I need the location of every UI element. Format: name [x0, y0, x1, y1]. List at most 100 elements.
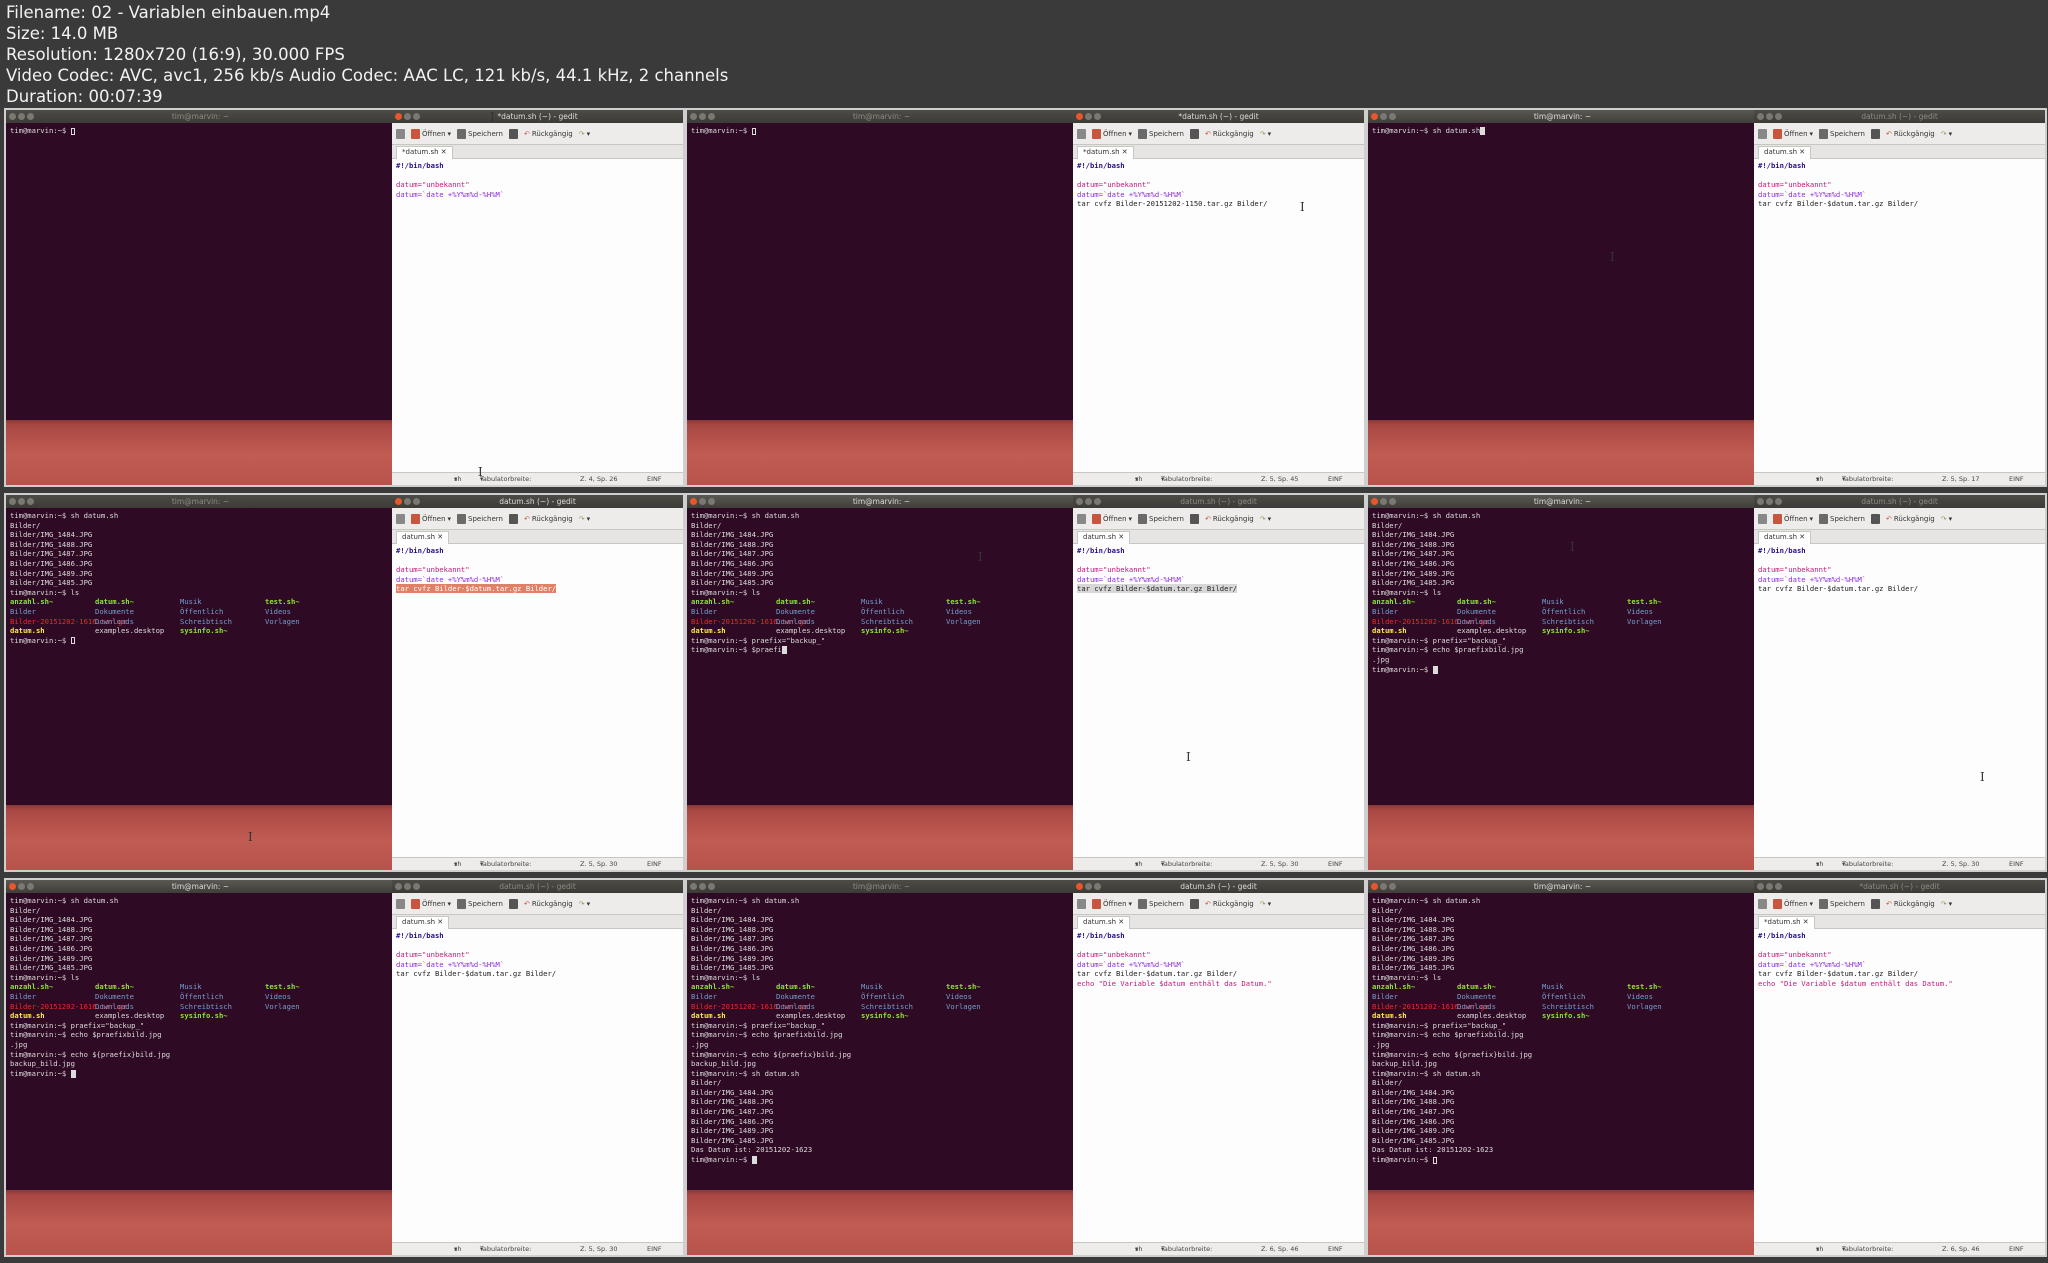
close-icon[interactable]: [1757, 113, 1764, 120]
gedit-titlebar[interactable]: datum.sh (~) - gedit: [1754, 495, 2045, 508]
maximize-icon[interactable]: [708, 113, 715, 120]
gedit-window[interactable]: datum.sh (~) - gedit Öffnen ▾ Speichern ↶ Rü…: [1073, 880, 1364, 1255]
gedit-titlebar[interactable]: *datum.sh (~) - gedit: [392, 110, 683, 123]
gedit-window[interactable]: datum.sh (~) - gedit Öffnen ▾ Speichern ↶ Rü…: [1073, 495, 1364, 870]
close-tab-icon[interactable]: ✕: [1122, 148, 1128, 156]
print-button[interactable]: [1189, 128, 1199, 139]
close-icon[interactable]: [690, 883, 697, 890]
redo-button[interactable]: ↷ ▾: [1941, 900, 1952, 908]
save-button[interactable]: Speichern: [457, 898, 503, 909]
document-tab[interactable]: datum.sh ✕: [396, 531, 450, 544]
minimize-icon[interactable]: [699, 883, 706, 890]
undo-button[interactable]: ↶ Rückgängig: [1886, 130, 1935, 138]
redo-button[interactable]: ↷ ▾: [579, 515, 590, 523]
maximize-icon[interactable]: [1094, 113, 1101, 120]
save-button[interactable]: Speichern: [457, 513, 503, 524]
maximize-icon[interactable]: [1775, 113, 1782, 120]
close-icon[interactable]: [395, 883, 402, 890]
close-tab-icon[interactable]: ✕: [1803, 918, 1809, 926]
terminal-titlebar[interactable]: tim@marvin: ~: [6, 495, 395, 508]
gedit-editor[interactable]: #!/bin/bash datum="unbekannt" datum=`date …: [1754, 929, 2045, 991]
minimize-icon[interactable]: [1380, 113, 1387, 120]
maximize-icon[interactable]: [1094, 883, 1101, 890]
undo-button[interactable]: ↶ Rückgängig: [1205, 900, 1254, 908]
terminal-output[interactable]: tim@marvin:~$ sh datum.sh Bilder/Bilder/I…: [6, 508, 395, 648]
minimize-icon[interactable]: [1766, 113, 1773, 120]
language-selector[interactable]: sh ▾: [1816, 1243, 1824, 1255]
terminal-titlebar[interactable]: tim@marvin: ~: [687, 880, 1076, 893]
close-icon[interactable]: [690, 113, 697, 120]
redo-button[interactable]: ↷ ▾: [1260, 900, 1271, 908]
gedit-titlebar[interactable]: datum.sh (~) - gedit: [1073, 880, 1364, 893]
terminal-titlebar[interactable]: tim@marvin: ~: [687, 110, 1076, 123]
close-tab-icon[interactable]: ✕: [1799, 148, 1805, 156]
language-selector[interactable]: sh ▾: [1816, 473, 1824, 485]
terminal-titlebar[interactable]: tim@marvin: ~: [6, 110, 395, 123]
terminal-output[interactable]: tim@marvin:~$ sh datum.sh Bilder/Bilder/I…: [687, 893, 1076, 1168]
document-tab[interactable]: datum.sh ✕: [1758, 146, 1812, 159]
gedit-window[interactable]: datum.sh (~) - gedit Öffnen ▾ Speichern ↶ Rü…: [1754, 495, 2045, 870]
tab-width-selector[interactable]: Tabulatorbreite: 8 ▾: [1842, 1243, 1893, 1255]
close-icon[interactable]: [1076, 883, 1083, 890]
new-button[interactable]: [1758, 128, 1767, 139]
redo-button[interactable]: ↷ ▾: [1260, 515, 1271, 523]
save-button[interactable]: Speichern: [457, 128, 503, 139]
terminal-output[interactable]: tim@marvin:~$: [6, 123, 395, 139]
maximize-icon[interactable]: [413, 498, 420, 505]
redo-button[interactable]: ↷ ▾: [1941, 130, 1952, 138]
terminal-titlebar[interactable]: tim@marvin: ~: [1368, 880, 1757, 893]
close-tab-icon[interactable]: ✕: [437, 533, 443, 541]
tab-width-selector[interactable]: Tabulatorbreite: 8 ▾: [1842, 858, 1893, 870]
minimize-icon[interactable]: [18, 498, 25, 505]
save-button[interactable]: Speichern: [1819, 898, 1865, 909]
gedit-editor[interactable]: #!/bin/bash datum="unbekannt" datum=`date …: [392, 929, 683, 981]
language-selector[interactable]: sh ▾: [1135, 858, 1143, 870]
maximize-icon[interactable]: [708, 883, 715, 890]
terminal-output[interactable]: tim@marvin:~$ sh datum.sh Bilder/Bilder/I…: [687, 508, 1076, 658]
open-button[interactable]: Öffnen ▾: [1092, 898, 1132, 909]
terminal-titlebar[interactable]: tim@marvin: ~: [1368, 110, 1757, 123]
new-button[interactable]: [396, 513, 405, 524]
maximize-icon[interactable]: [1775, 498, 1782, 505]
tab-width-selector[interactable]: Tabulatorbreite: 8 ▾: [1842, 473, 1893, 485]
minimize-icon[interactable]: [404, 883, 411, 890]
terminal-window[interactable]: tim@marvin: ~ tim@marvin:~$: [6, 110, 395, 420]
maximize-icon[interactable]: [27, 113, 34, 120]
tab-width-selector[interactable]: Tabulatorbreite: 8 ▾: [1161, 858, 1212, 870]
close-icon[interactable]: [9, 883, 16, 890]
gedit-window[interactable]: *datum.sh (~) - gedit Öffnen ▾ Speichern ↶ R…: [392, 110, 683, 485]
document-tab[interactable]: datum.sh ✕: [1077, 916, 1131, 929]
maximize-icon[interactable]: [27, 498, 34, 505]
document-tab[interactable]: *datum.sh ✕: [1077, 146, 1134, 159]
gedit-editor[interactable]: #!/bin/bash datum="unbekannt" datum=`date …: [392, 159, 683, 201]
close-icon[interactable]: [690, 498, 697, 505]
new-button[interactable]: [1758, 513, 1767, 524]
minimize-icon[interactable]: [699, 498, 706, 505]
gedit-window[interactable]: datum.sh (~) - gedit Öffnen ▾ Speichern ↶ Rü…: [392, 495, 683, 870]
close-tab-icon[interactable]: ✕: [437, 918, 443, 926]
maximize-icon[interactable]: [1389, 883, 1396, 890]
gedit-titlebar[interactable]: datum.sh (~) - gedit: [392, 880, 683, 893]
terminal-window[interactable]: tim@marvin: ~ tim@marvin:~$ sh datum.sh: [1368, 110, 1757, 420]
new-button[interactable]: [1077, 513, 1086, 524]
gedit-window[interactable]: *datum.sh (~) - gedit Öffnen ▾ Speichern ↶ R…: [1073, 110, 1364, 485]
redo-button[interactable]: ↷ ▾: [1260, 130, 1271, 138]
close-icon[interactable]: [1757, 883, 1764, 890]
new-button[interactable]: [1077, 128, 1086, 139]
minimize-icon[interactable]: [404, 498, 411, 505]
open-button[interactable]: Öffnen ▾: [1092, 513, 1132, 524]
save-button[interactable]: Speichern: [1819, 128, 1865, 139]
new-button[interactable]: [396, 898, 405, 909]
undo-button[interactable]: ↶ Rückgängig: [1205, 130, 1254, 138]
undo-button[interactable]: ↶ Rückgängig: [524, 900, 573, 908]
minimize-icon[interactable]: [18, 113, 25, 120]
gedit-titlebar[interactable]: *datum.sh (~) - gedit: [1754, 880, 2045, 893]
open-button[interactable]: Öffnen ▾: [1773, 898, 1813, 909]
terminal-titlebar[interactable]: tim@marvin: ~: [687, 495, 1076, 508]
document-tab[interactable]: datum.sh ✕: [1077, 531, 1131, 544]
print-button[interactable]: [1870, 128, 1880, 139]
minimize-icon[interactable]: [1085, 498, 1092, 505]
minimize-icon[interactable]: [18, 883, 25, 890]
terminal-output[interactable]: tim@marvin:~$ sh datum.sh Bilder/Bilder/I…: [1368, 893, 1757, 1168]
print-button[interactable]: [1870, 898, 1880, 909]
